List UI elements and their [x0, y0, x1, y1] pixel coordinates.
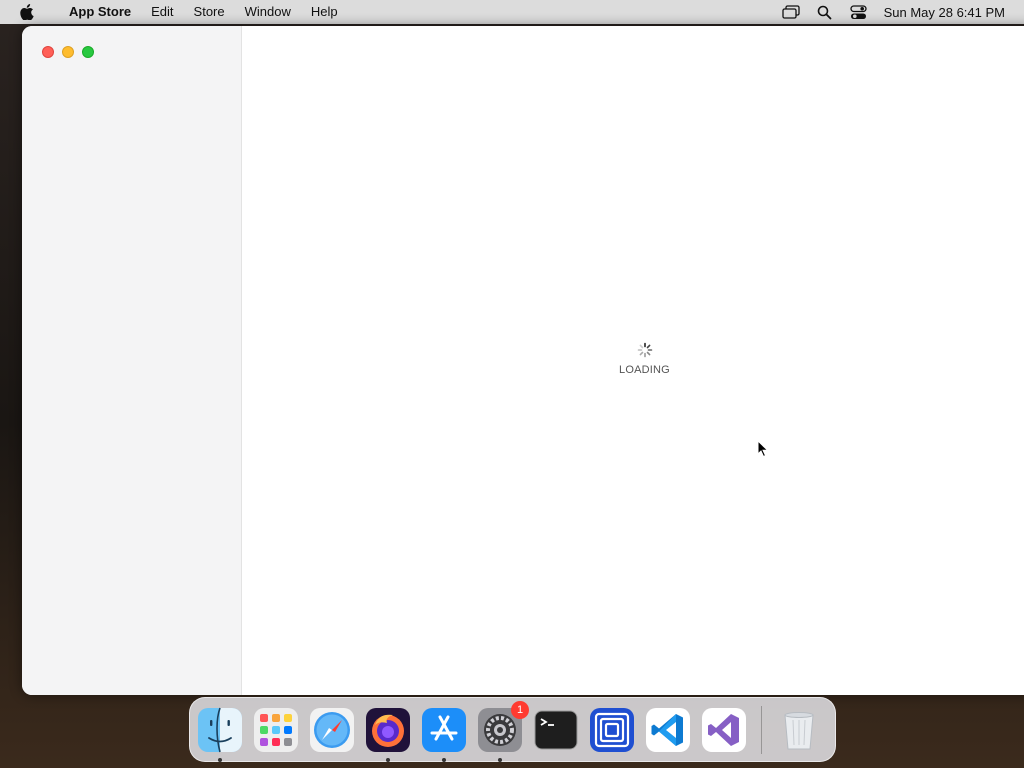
vscode-icon [646, 707, 690, 752]
dock-screen-sharing[interactable] [589, 707, 635, 753]
menu-help[interactable]: Help [301, 0, 348, 24]
dock-app-store[interactable] [421, 707, 467, 762]
screen-sharing-icon [590, 707, 634, 752]
dock-firefox[interactable] [365, 707, 411, 762]
menu-edit[interactable]: Edit [141, 0, 183, 24]
dock-terminal[interactable] [533, 707, 579, 753]
app-store-icon [422, 707, 466, 752]
menu-bar: App Store Edit Store Window Help Sun May… [0, 0, 1024, 24]
firefox-icon [366, 707, 410, 752]
menu-store[interactable]: Store [184, 0, 235, 24]
menu-window[interactable]: Window [235, 0, 301, 24]
terminal-icon [534, 710, 578, 749]
dock-vscode[interactable] [645, 707, 691, 753]
app-store-window: LOADING [22, 26, 1024, 695]
launchpad-icon [254, 707, 298, 752]
dock-separator [761, 705, 762, 754]
dock-visual-studio[interactable] [701, 707, 747, 753]
safari-icon [310, 707, 354, 752]
spotlight-search-icon[interactable] [816, 3, 834, 21]
menu-app-name[interactable]: App Store [53, 0, 141, 24]
apple-menu-icon[interactable] [19, 4, 35, 20]
mouse-pointer-icon [757, 440, 769, 458]
zoom-window-button[interactable] [82, 46, 94, 58]
finder-icon [198, 707, 242, 752]
menu-bar-clock[interactable]: Sun May 28 6:41 PM [884, 5, 1005, 20]
dock-launchpad[interactable] [253, 707, 299, 753]
main-content: LOADING [243, 26, 1024, 695]
dock-safari[interactable] [309, 707, 355, 753]
dock-trash[interactable] [776, 707, 822, 753]
running-indicator [218, 757, 222, 762]
loading-indicator: LOADING [243, 342, 1024, 376]
minimize-window-button[interactable] [62, 46, 74, 58]
notification-badge: 1 [511, 700, 529, 719]
visual-studio-icon [702, 707, 746, 752]
dock-system-preferences[interactable]: 1 [477, 700, 529, 762]
dock-finder[interactable] [197, 707, 243, 762]
loading-label: LOADING [619, 364, 670, 376]
window-controls [42, 46, 102, 58]
running-indicator [442, 757, 446, 762]
running-indicator [386, 757, 390, 762]
dock: 1 [189, 697, 836, 762]
close-window-button[interactable] [42, 46, 54, 58]
running-indicator [498, 757, 502, 762]
control-center-icon[interactable] [850, 3, 868, 21]
trash-icon [784, 711, 814, 749]
sidebar [22, 26, 242, 695]
spinner-icon [637, 342, 652, 358]
screen-mirroring-icon[interactable] [781, 3, 800, 21]
